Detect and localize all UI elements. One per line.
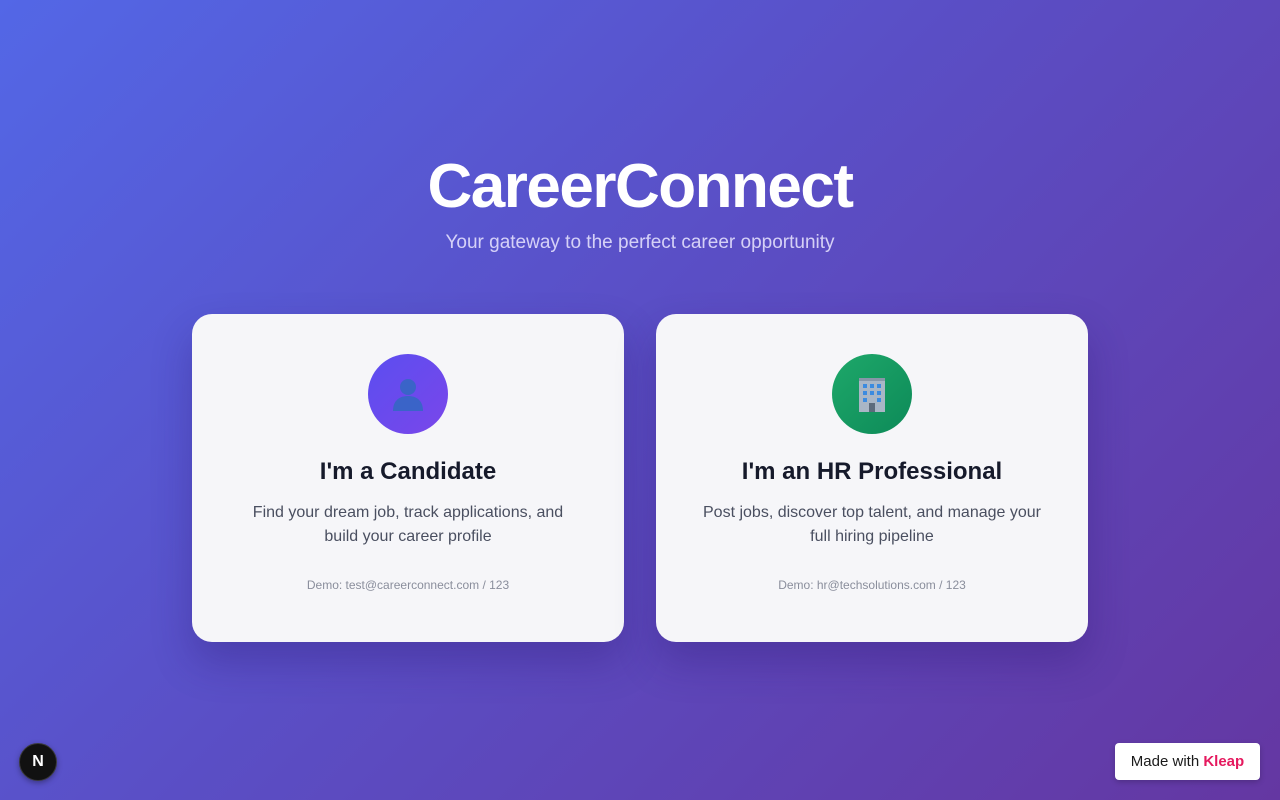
app-subtitle: Your gateway to the perfect career oppor… <box>445 232 835 253</box>
made-with-brand: Kleap <box>1203 753 1245 770</box>
hr-avatar <box>832 354 912 434</box>
hr-demo-credentials: Demo: hr@techsolutions.com / 123 <box>778 578 966 592</box>
made-with-kleap-badge[interactable]: Made with Kleap <box>1115 743 1260 780</box>
candidate-description: Find your dream job, track applications,… <box>252 504 564 545</box>
candidate-title: I'm a Candidate <box>319 458 497 485</box>
hr-title: I'm an HR Professional <box>741 458 1003 485</box>
badge-letter: N <box>32 753 44 770</box>
office-building-icon <box>859 378 885 412</box>
candidate-avatar <box>368 354 448 434</box>
user-icon <box>393 379 423 411</box>
hero: CareerConnect Your gateway to the perfec… <box>0 152 1280 256</box>
app-title: CareerConnect <box>427 152 854 221</box>
nextjs-dev-badge[interactable]: N <box>19 743 57 781</box>
made-with-prefix: Made with <box>1130 753 1200 770</box>
hr-description: Post jobs, discover top talent, and mana… <box>703 504 1041 545</box>
role-selection: I'm a Candidate Find your dream job, tra… <box>192 314 1088 642</box>
hr-professional-card[interactable]: I'm an HR Professional Post jobs, discov… <box>656 314 1088 642</box>
candidate-card[interactable]: I'm a Candidate Find your dream job, tra… <box>192 314 624 642</box>
candidate-demo-credentials: Demo: test@careerconnect.com / 123 <box>306 578 510 592</box>
